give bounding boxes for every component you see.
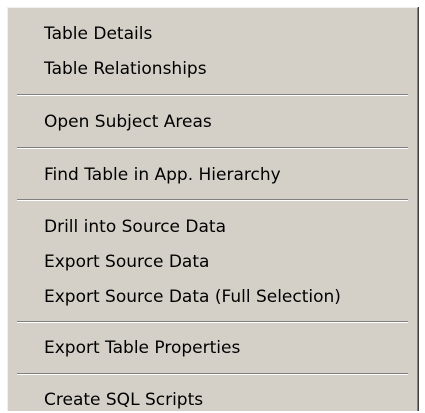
- context-menu: Table Details Table Relationships Open S…: [7, 7, 419, 413]
- menu-item-table-details[interactable]: Table Details: [44, 21, 409, 47]
- menu-separator: [17, 94, 408, 96]
- menu-item-export-source-data-full-selection[interactable]: Export Source Data (Full Selection): [44, 284, 409, 310]
- menu-separator: [17, 199, 408, 201]
- menu-separator: [17, 373, 408, 375]
- menu-item-export-table-properties[interactable]: Export Table Properties: [44, 335, 409, 361]
- menu-item-create-sql-scripts[interactable]: Create SQL Scripts: [44, 387, 409, 413]
- menu-item-drill-into-source-data[interactable]: Drill into Source Data: [44, 214, 409, 240]
- menu-item-table-relationships[interactable]: Table Relationships: [44, 56, 409, 82]
- menu-separator: [17, 321, 408, 323]
- menu-item-export-source-data[interactable]: Export Source Data: [44, 249, 409, 275]
- menu-item-find-table-in-app-hierarchy[interactable]: Find Table in App. Hierarchy: [44, 162, 409, 188]
- menu-separator: [17, 147, 408, 149]
- menu-item-open-subject-areas[interactable]: Open Subject Areas: [44, 109, 409, 135]
